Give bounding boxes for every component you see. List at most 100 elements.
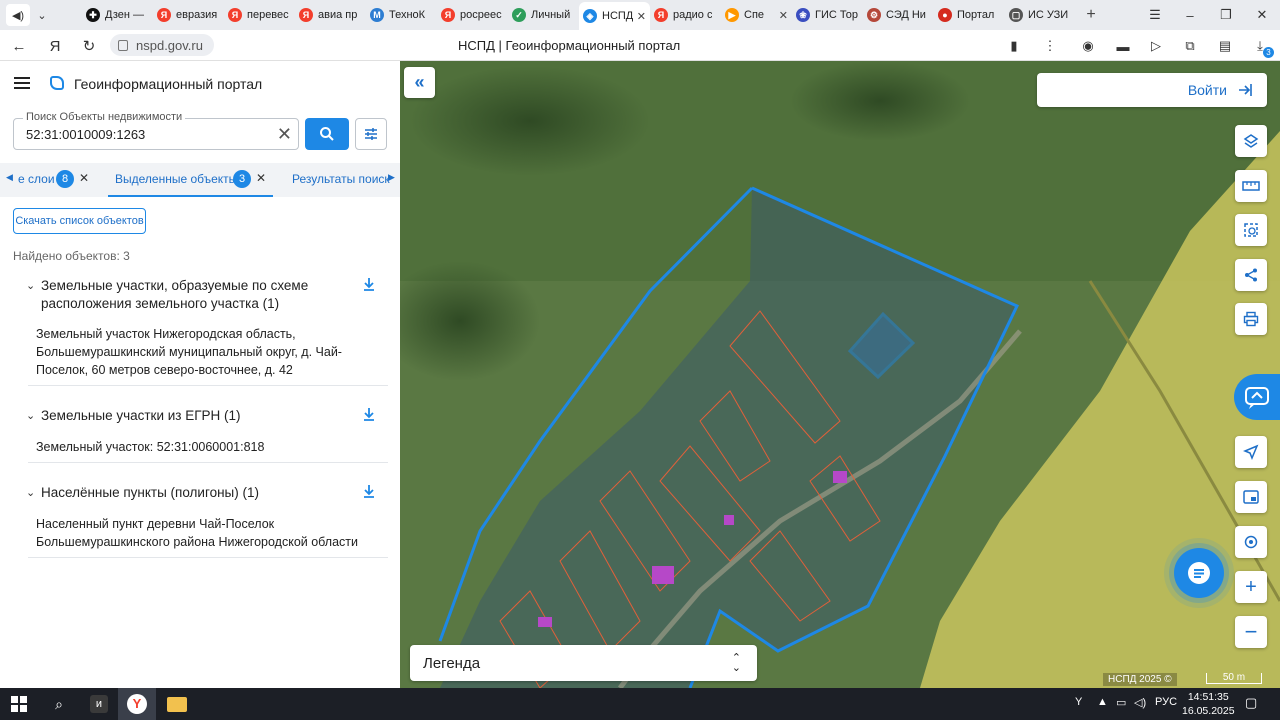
bookmark-icon[interactable]: ▮: [1004, 36, 1024, 56]
help-assistant-tab[interactable]: [1234, 374, 1280, 420]
notifications-icon[interactable]: ▢: [1245, 695, 1257, 711]
extension-doc-icon[interactable]: ▤: [1215, 36, 1235, 56]
download-icon[interactable]: [362, 484, 376, 498]
tray-app-icon[interactable]: ▲: [1097, 696, 1108, 708]
lock-icon: [118, 39, 128, 51]
tab-favicon-icon: Я: [299, 8, 313, 22]
tab-label: ТехноК: [389, 9, 426, 21]
start-button[interactable]: [0, 688, 38, 720]
tabs-scroll-right-icon[interactable]: ▶: [388, 172, 395, 183]
clear-search-icon[interactable]: ✕: [277, 124, 292, 145]
taskbar-file-explorer-icon[interactable]: [158, 688, 196, 720]
minimap-button[interactable]: [1235, 481, 1267, 513]
tabs-scroll-left-icon[interactable]: ◀: [6, 172, 13, 183]
yandex-home-button[interactable]: Я: [44, 35, 66, 57]
browser-tab[interactable]: ❀ ГИС Тор: [792, 2, 863, 28]
tab-list-chevron-icon[interactable]: ⌄: [30, 4, 54, 26]
reload-button[interactable]: ↻: [78, 35, 100, 57]
browser-tab[interactable]: Яросреес: [437, 2, 508, 28]
group-header-scheme-parcels[interactable]: ⌄ Земельные участки, образуемые по схеме…: [26, 277, 326, 313]
browser-tab[interactable]: Ярадио с: [650, 2, 721, 28]
tray-volume-icon[interactable]: ◁): [1134, 696, 1146, 709]
search-button[interactable]: [305, 118, 349, 150]
search-input[interactable]: 52:31:0010009:1263: [26, 127, 145, 142]
download-icon[interactable]: [362, 277, 376, 291]
extension-avatar-icon[interactable]: ◉: [1078, 36, 1098, 56]
back-button[interactable]: ←: [8, 35, 30, 57]
list-item[interactable]: Населенный пункт деревни Чай-Поселок Бол…: [28, 511, 388, 558]
browser-tab[interactable]: ▶ Спе ✕: [721, 2, 792, 28]
more-menu-icon[interactable]: ⋮: [1040, 36, 1060, 56]
share-button[interactable]: [1235, 259, 1267, 291]
share-icon: [1245, 268, 1257, 282]
legend-toggle[interactable]: Легенда ⌃ ⌄: [410, 645, 757, 681]
map-view[interactable]: « Войти + − Легенда ⌃ ⌄ НСПД 2025 © 50 m: [400, 61, 1280, 688]
close-tab-icon[interactable]: ✕: [637, 10, 646, 23]
minimize-button[interactable]: –: [1172, 0, 1208, 30]
group-title: Земельные участки из ЕГРН (1): [41, 408, 241, 423]
tray-network-icon[interactable]: ▭: [1116, 696, 1126, 709]
group-title: Населённые пункты (полигоны) (1): [41, 485, 260, 500]
menu-icon[interactable]: [14, 77, 30, 89]
browser-tab[interactable]: Яавиа пр: [295, 2, 366, 28]
browser-tab[interactable]: ▢ ИС УЗИ: [1005, 2, 1076, 28]
browser-tab[interactable]: ✓ Личный: [508, 2, 579, 28]
taskbar-app-icon[interactable]: и: [80, 688, 118, 720]
browser-tab[interactable]: ✚ Дзен —: [82, 2, 153, 28]
measure-button[interactable]: [1235, 170, 1267, 202]
filter-button[interactable]: [355, 118, 387, 150]
extension-puzzle-icon[interactable]: ⧉: [1180, 36, 1200, 56]
tab-search-results[interactable]: Результаты поиск: [292, 172, 390, 186]
tab-label: евразия: [176, 9, 218, 21]
extension-play-icon[interactable]: ▷: [1146, 36, 1166, 56]
browser-tab[interactable]: ⚙ СЭД Ни: [863, 2, 934, 28]
browser-tab[interactable]: Яевразия: [153, 2, 224, 28]
chat-button[interactable]: [1174, 548, 1224, 598]
select-area-button[interactable]: [1235, 214, 1267, 246]
browser-tab[interactable]: M ТехноК: [366, 2, 437, 28]
download-icon[interactable]: [362, 407, 376, 421]
url-field[interactable]: nspd.gov.ru: [110, 34, 214, 56]
tray-yandex-icon[interactable]: Y: [1075, 696, 1082, 708]
list-item[interactable]: Земельный участок Нижегородская область,…: [28, 321, 388, 386]
expand-collapse-icon: ⌃ ⌄: [731, 652, 741, 674]
close-tab-icon[interactable]: ✕: [779, 9, 788, 22]
collapse-panel-button[interactable]: «: [404, 67, 435, 98]
close-window-button[interactable]: ✕: [1244, 0, 1280, 30]
tray-language[interactable]: РУС: [1155, 696, 1177, 708]
browser-menu-icon[interactable]: ☰: [1137, 0, 1173, 30]
zoom-out-icon: −: [1244, 619, 1258, 644]
new-tab-button[interactable]: +: [1080, 4, 1102, 26]
extension-hat-icon[interactable]: ▬: [1113, 36, 1133, 56]
browser-tab[interactable]: ◈ НСПД ✕: [579, 2, 650, 30]
zoom-in-button[interactable]: +: [1235, 571, 1267, 603]
taskbar-yandex-browser-icon[interactable]: Y: [118, 688, 156, 720]
legend-label: Легенда: [423, 654, 481, 672]
tab-selected-close-icon[interactable]: ✕: [256, 171, 266, 185]
tab-layers-close-icon[interactable]: ✕: [79, 171, 89, 185]
tab-selected-objects[interactable]: Выделенные объекты: [115, 172, 237, 186]
restore-button[interactable]: ❐: [1208, 0, 1244, 30]
taskbar-clock[interactable]: 14:51:35 16.05.2025: [1182, 690, 1235, 718]
login-button[interactable]: Войти: [1037, 73, 1267, 107]
group-header-settlements[interactable]: ⌄ Населённые пункты (полигоны) (1): [26, 484, 326, 502]
print-button[interactable]: [1235, 303, 1267, 335]
layers-button[interactable]: [1235, 125, 1267, 157]
browser-tab[interactable]: Яперевес: [224, 2, 295, 28]
search-field-label: Поиск Объекты недвижимости: [23, 111, 186, 123]
taskbar-search-icon[interactable]: ⌕: [40, 688, 78, 720]
navigate-button[interactable]: [1235, 436, 1267, 468]
geolocate-button[interactable]: [1235, 526, 1267, 558]
zoom-out-button[interactable]: −: [1235, 616, 1267, 648]
browser-tab[interactable]: ● Портал: [934, 2, 1005, 28]
tab-audio-icon[interactable]: ◀): [6, 4, 30, 26]
tab-layers[interactable]: е слои: [18, 172, 55, 186]
tab-label: Дзен —: [105, 9, 144, 21]
downloads-icon[interactable]: ⤓ 3: [1250, 36, 1274, 58]
tab-favicon-icon: M: [370, 8, 384, 22]
download-list-button[interactable]: Скачать список объектов: [13, 208, 146, 234]
search-field[interactable]: Поиск Объекты недвижимости 52:31:0010009…: [13, 111, 299, 150]
group-header-egrn-parcels[interactable]: ⌄ Земельные участки из ЕГРН (1): [26, 407, 326, 425]
list-item[interactable]: Земельный участок: 52:31:0060001:818: [28, 434, 388, 463]
print-icon: [1243, 311, 1259, 327]
